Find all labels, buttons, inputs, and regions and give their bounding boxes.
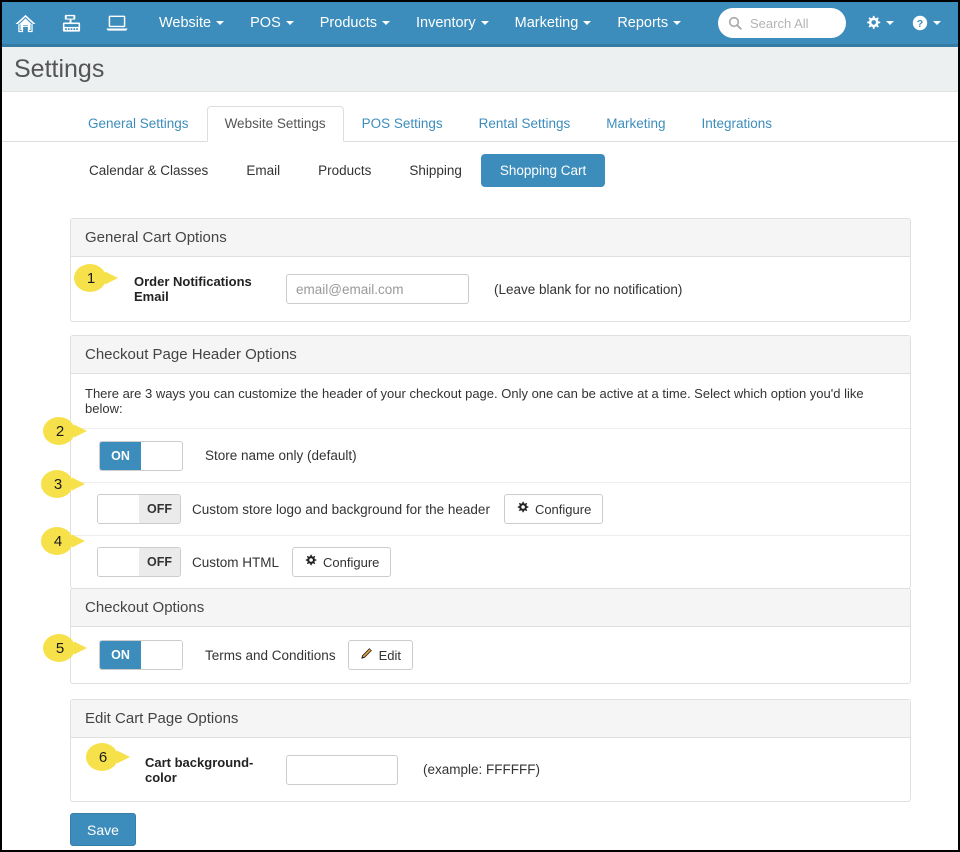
checkout-header-description: There are 3 ways you can customize the h… [71, 374, 910, 429]
svg-text:?: ? [917, 18, 923, 30]
custom-html-row: OFF Custom HTML Configure [71, 535, 910, 588]
nav-item-inventory[interactable]: Inventory [403, 2, 502, 44]
button-label: Edit [379, 648, 401, 663]
nav-item-products[interactable]: Products [307, 2, 403, 44]
tab-general-settings[interactable]: General Settings [70, 106, 207, 141]
subtab-products[interactable]: Products [299, 154, 390, 187]
subtab-shopping-cart[interactable]: Shopping Cart [481, 154, 605, 187]
terms-and-conditions-edit-button[interactable]: Edit [348, 640, 413, 670]
top-navbar: Website POS Products Inventory Marketing… [2, 2, 958, 44]
chevron-down-icon [886, 21, 894, 25]
nav-item-reports[interactable]: Reports [604, 2, 694, 44]
nav-item-label: Reports [617, 15, 668, 31]
nav-item-label: Marketing [515, 15, 579, 31]
toggle-knob [141, 641, 182, 669]
cart-background-color-input[interactable] [286, 755, 398, 785]
terms-and-conditions-row: ON Terms and Conditions Edit [71, 627, 910, 683]
nav-item-website[interactable]: Website [146, 2, 237, 44]
page-header-bar: Settings [2, 47, 958, 92]
panel-heading: Checkout Options [71, 589, 910, 627]
order-notifications-email-row: Order Notifications Email (Leave blank f… [71, 257, 910, 321]
chevron-down-icon [286, 21, 294, 25]
app-window: Website POS Products Inventory Marketing… [0, 0, 960, 852]
help-icon[interactable]: ? [903, 2, 950, 44]
toggle-knob [98, 548, 139, 576]
cash-register-icon[interactable] [48, 2, 94, 44]
terms-and-conditions-toggle[interactable]: ON [99, 640, 183, 670]
tab-rental-settings[interactable]: Rental Settings [461, 106, 589, 141]
cart-background-color-label: Cart background-color [85, 755, 282, 785]
button-label: Configure [535, 502, 591, 517]
panel-edit-cart-page-options: Edit Cart Page Options Cart background-c… [70, 699, 911, 802]
custom-html-configure-button[interactable]: Configure [292, 547, 391, 577]
search-icon [728, 16, 742, 30]
panel-checkout-options: Checkout Options ON Terms and Conditions… [70, 588, 911, 684]
nav-item-label: POS [250, 15, 281, 31]
chevron-down-icon [673, 21, 681, 25]
custom-logo-configure-button[interactable]: Configure [504, 494, 603, 524]
tab-integrations[interactable]: Integrations [684, 106, 791, 141]
chevron-down-icon [382, 21, 390, 25]
order-notifications-email-label: Order Notifications Email [85, 274, 282, 304]
nav-item-label: Inventory [416, 15, 476, 31]
laptop-icon[interactable] [94, 2, 140, 44]
cart-background-color-hint: (example: FFFFFF) [423, 762, 540, 777]
save-button[interactable]: Save [70, 813, 136, 846]
gear-icon [304, 554, 317, 570]
custom-logo-row: OFF Custom store logo and background for… [71, 482, 910, 535]
panel-general-cart-options: General Cart Options Order Notifications… [70, 218, 911, 322]
custom-logo-label: Custom store logo and background for the… [192, 502, 490, 517]
page-title: Settings [14, 55, 104, 84]
tab-marketing[interactable]: Marketing [588, 106, 683, 141]
custom-html-label: Custom HTML [192, 555, 279, 570]
toggle-knob [98, 495, 139, 523]
button-label: Configure [323, 555, 379, 570]
tabs-container: General Settings Website Settings POS Se… [2, 107, 958, 142]
terms-and-conditions-label: Terms and Conditions [205, 648, 336, 663]
search-box[interactable] [718, 8, 846, 38]
order-notifications-email-hint: (Leave blank for no notification) [494, 282, 682, 297]
panel-checkout-page-header-options: Checkout Page Header Options There are 3… [70, 335, 911, 589]
chevron-down-icon [933, 21, 941, 25]
subtab-email[interactable]: Email [227, 154, 299, 187]
toggle-on-label: ON [100, 641, 141, 669]
primary-tabs: General Settings Website Settings POS Se… [2, 107, 958, 142]
chevron-down-icon [583, 21, 591, 25]
nav-item-marketing[interactable]: Marketing [502, 2, 605, 44]
secondary-tabs: Calendar & Classes Email Products Shippi… [70, 154, 605, 187]
panel-heading: Edit Cart Page Options [71, 700, 910, 738]
navbar-right-tools: ? [718, 2, 950, 44]
gear-icon [516, 501, 529, 517]
panel-heading: Checkout Page Header Options [71, 336, 910, 374]
store-name-only-row: ON Store name only (default) [71, 429, 910, 482]
custom-logo-toggle[interactable]: OFF [97, 494, 181, 524]
cart-background-color-row: Cart background-color (example: FFFFFF) [71, 738, 910, 801]
tab-pos-settings[interactable]: POS Settings [344, 106, 461, 141]
toggle-on-label: ON [100, 442, 141, 470]
search-input[interactable] [748, 15, 838, 32]
custom-html-toggle[interactable]: OFF [97, 547, 181, 577]
nav-item-label: Website [159, 15, 211, 31]
nav-item-label: Products [320, 15, 377, 31]
toggle-off-label: OFF [139, 548, 180, 576]
chevron-down-icon [216, 21, 224, 25]
nav-menu: Website POS Products Inventory Marketing… [146, 2, 694, 44]
nav-item-pos[interactable]: POS [237, 2, 307, 44]
subtab-shipping[interactable]: Shipping [390, 154, 481, 187]
gear-icon[interactable] [856, 2, 903, 44]
toggle-knob [141, 442, 182, 470]
chevron-down-icon [481, 21, 489, 25]
order-notifications-email-input[interactable] [286, 274, 469, 304]
subtab-calendar-classes[interactable]: Calendar & Classes [70, 154, 227, 187]
store-name-only-label: Store name only (default) [205, 448, 357, 463]
panel-heading: General Cart Options [71, 219, 910, 257]
store-name-only-toggle[interactable]: ON [99, 441, 183, 471]
home-icon[interactable] [2, 2, 48, 44]
tab-website-settings[interactable]: Website Settings [207, 106, 344, 142]
pencil-icon [360, 647, 373, 663]
toggle-off-label: OFF [139, 495, 180, 523]
